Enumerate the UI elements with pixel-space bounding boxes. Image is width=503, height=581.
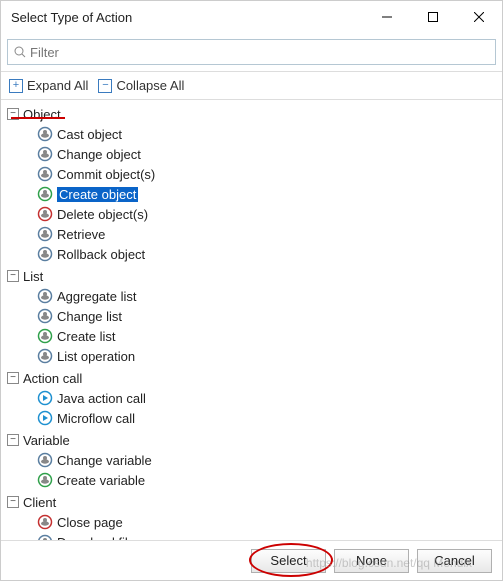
tree-item[interactable]: Retrieve (37, 224, 502, 244)
action-icon (37, 186, 53, 202)
minus-icon: − (98, 79, 112, 93)
tree-item[interactable]: Create variable (37, 470, 502, 490)
search-icon (14, 46, 26, 58)
tree-item[interactable]: List operation (37, 346, 502, 366)
tree-item-label: Rollback object (57, 247, 145, 262)
action-icon (37, 166, 53, 182)
action-icon (37, 410, 53, 426)
action-icon (37, 226, 53, 242)
group-header-variable[interactable]: −Variable (7, 430, 502, 450)
filter-bar (1, 33, 502, 72)
action-icon (37, 390, 53, 406)
tree-item-label: Change object (57, 147, 141, 162)
minimize-button[interactable] (364, 1, 410, 33)
action-icon (37, 206, 53, 222)
tree-item-label: Change variable (57, 453, 152, 468)
tree-item[interactable]: Cast object (37, 124, 502, 144)
tree-item[interactable]: Aggregate list (37, 286, 502, 306)
group-label: List (23, 269, 43, 284)
tree-item[interactable]: Microflow call (37, 408, 502, 428)
collapse-icon: − (7, 372, 19, 384)
tree-item-label: Commit object(s) (57, 167, 155, 182)
action-icon (37, 472, 53, 488)
titlebar: Select Type of Action (1, 1, 502, 33)
action-icon (37, 126, 53, 142)
tree-toolbar: + Expand All − Collapse All (1, 72, 502, 100)
tree-item-label: Change list (57, 309, 122, 324)
tree-item-label: Retrieve (57, 227, 105, 242)
tree-item[interactable]: Commit object(s) (37, 164, 502, 184)
group-header-client[interactable]: −Client (7, 492, 502, 512)
tree-item[interactable]: Change variable (37, 450, 502, 470)
maximize-button[interactable] (410, 1, 456, 33)
filter-box[interactable] (7, 39, 496, 65)
none-button[interactable]: None (334, 549, 409, 573)
action-tree[interactable]: −ObjectCast objectChange objectCommit ob… (1, 100, 502, 540)
tree-item[interactable]: Download file (37, 532, 502, 540)
tree-item-label: Aggregate list (57, 289, 137, 304)
tree-item-label: Create object (57, 187, 138, 202)
group-header-object[interactable]: −Object (7, 104, 502, 124)
group-header-list[interactable]: −List (7, 266, 502, 286)
action-icon (37, 452, 53, 468)
tree-item[interactable]: Close page (37, 512, 502, 532)
action-icon (37, 328, 53, 344)
tree-item[interactable]: Change object (37, 144, 502, 164)
group-label: Variable (23, 433, 70, 448)
action-icon (37, 348, 53, 364)
action-icon (37, 308, 53, 324)
action-icon (37, 146, 53, 162)
close-button[interactable] (456, 1, 502, 33)
tree-item-label: Cast object (57, 127, 122, 142)
tree-item[interactable]: Java action call (37, 388, 502, 408)
group-label: Action call (23, 371, 82, 386)
filter-input[interactable] (30, 45, 489, 60)
collapse-icon: − (7, 270, 19, 282)
tree-item-label: List operation (57, 349, 135, 364)
group-label: Object (23, 107, 61, 122)
action-icon (37, 288, 53, 304)
expand-all-button[interactable]: + Expand All (9, 78, 88, 93)
group-label: Client (23, 495, 56, 510)
cancel-button[interactable]: Cancel (417, 549, 492, 573)
action-icon (37, 246, 53, 262)
tree-item-label: Java action call (57, 391, 146, 406)
tree-item-label: Create variable (57, 473, 145, 488)
group-header-action-call[interactable]: −Action call (7, 368, 502, 388)
window-controls (364, 1, 502, 33)
tree-item[interactable]: Delete object(s) (37, 204, 502, 224)
collapse-icon: − (7, 496, 19, 508)
collapse-all-button[interactable]: − Collapse All (98, 78, 184, 93)
tree-item-label: Microflow call (57, 411, 135, 426)
action-icon (37, 514, 53, 530)
collapse-icon: − (7, 434, 19, 446)
tree-item[interactable]: Change list (37, 306, 502, 326)
tree-item[interactable]: Create object (37, 184, 502, 204)
tree-item-label: Delete object(s) (57, 207, 148, 222)
collapse-all-label: Collapse All (116, 78, 184, 93)
plus-icon: + (9, 79, 23, 93)
tree-item-label: Create list (57, 329, 116, 344)
tree-item[interactable]: Rollback object (37, 244, 502, 264)
dialog-footer: Select None Cancel (1, 540, 502, 580)
expand-all-label: Expand All (27, 78, 88, 93)
tree-item-label: Close page (57, 515, 123, 530)
collapse-icon: − (7, 108, 19, 120)
tree-item[interactable]: Create list (37, 326, 502, 346)
select-button[interactable]: Select (251, 549, 326, 573)
window-title: Select Type of Action (11, 10, 132, 25)
